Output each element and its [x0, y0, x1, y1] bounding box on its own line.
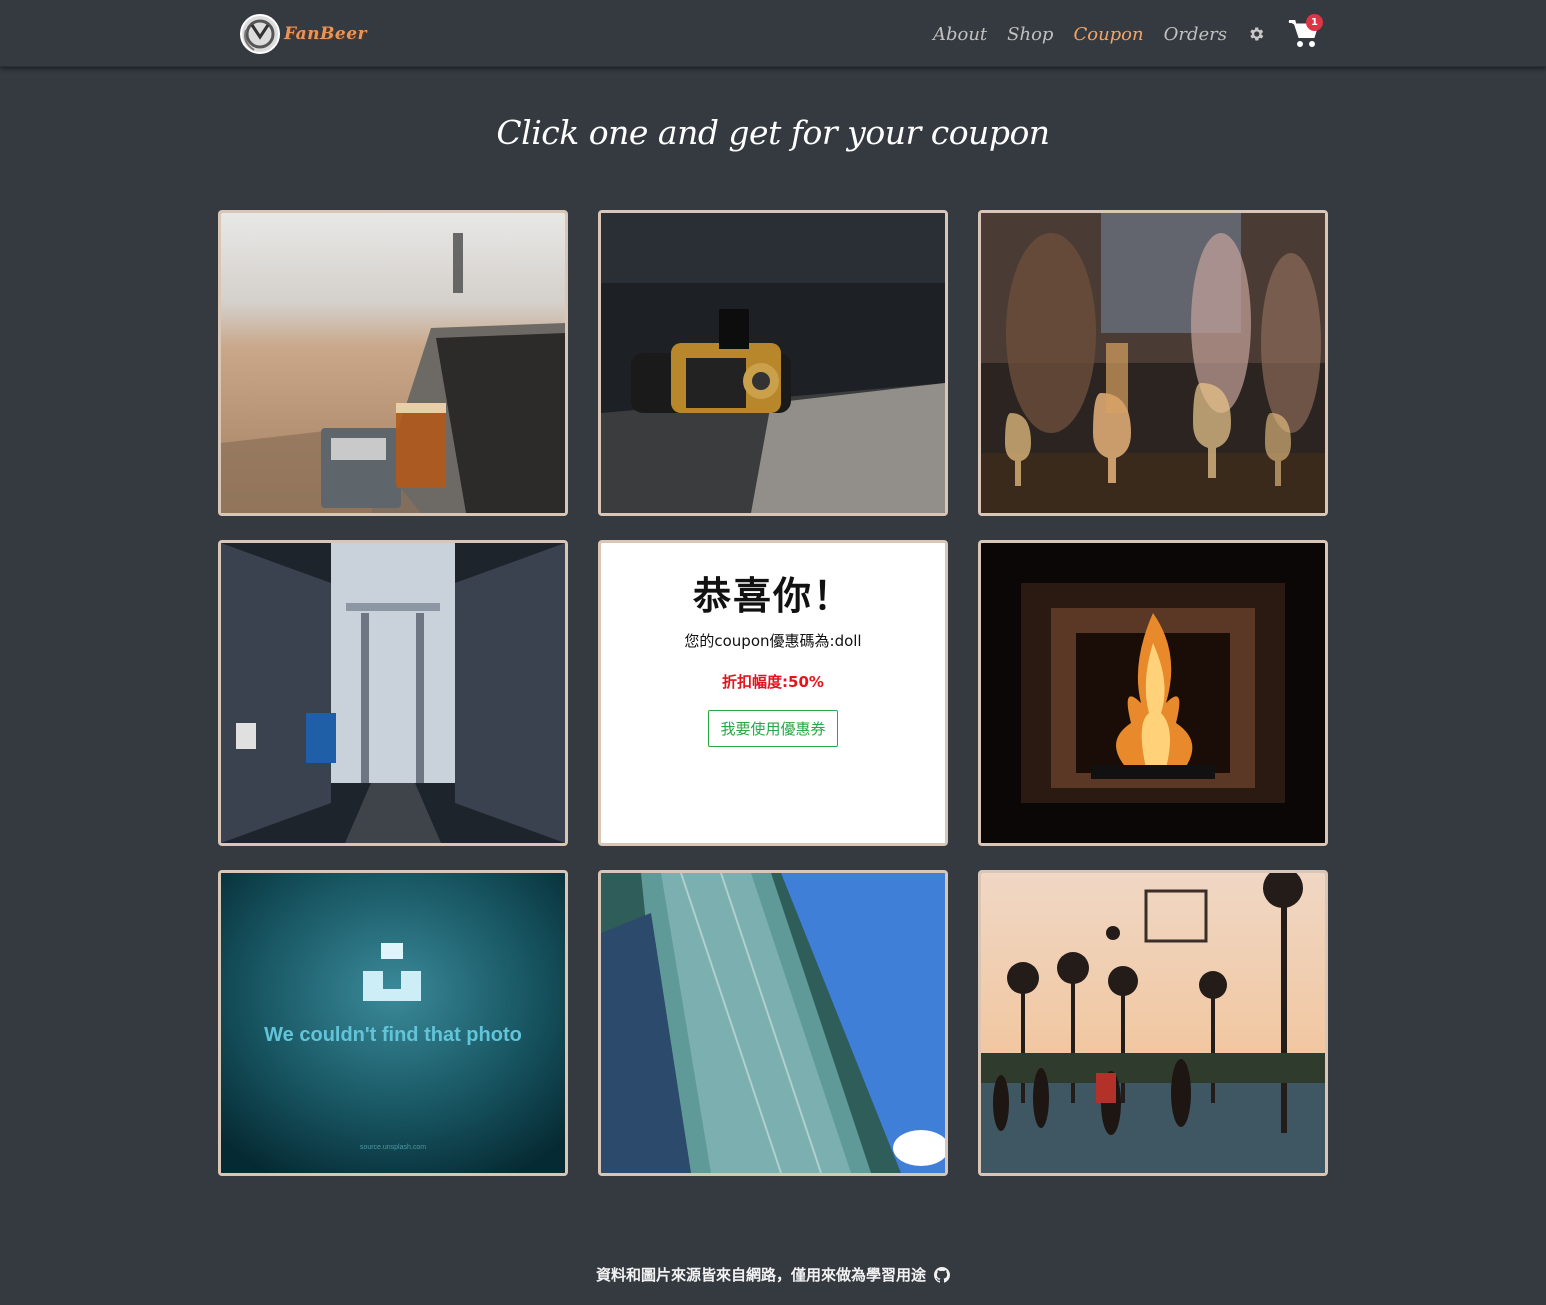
beer-cap-logo-icon — [240, 14, 280, 54]
coupon-card-4[interactable] — [218, 540, 568, 846]
photo-not-found: We couldn't find that photo source.unspl… — [221, 873, 565, 1173]
beach-beer-peanuts-photo — [221, 213, 565, 513]
coupon-code-text: 您的coupon優惠碼為:doll — [684, 632, 862, 650]
coupon-card-7[interactable]: We couldn't find that photo source.unspl… — [218, 870, 568, 1176]
coupon-card-9[interactable] — [978, 870, 1328, 1176]
coupon-card-2[interactable] — [598, 210, 948, 516]
coupon-card-1[interactable] — [218, 210, 568, 516]
not-found-source: source.unsplash.com — [360, 1144, 426, 1151]
coupon-card-8[interactable] — [598, 870, 948, 1176]
cart-count-badge: 1 — [1306, 14, 1323, 31]
vape-device-photo — [601, 213, 945, 513]
github-icon[interactable] — [934, 1266, 950, 1283]
navbar: FanBeer About Shop Coupon Orders 1 — [0, 0, 1546, 67]
brand-logo[interactable]: FanBeer — [238, 10, 367, 58]
taipei-101-photo — [601, 873, 945, 1173]
gear-icon[interactable] — [1247, 25, 1265, 43]
coupon-discount-text: 折扣幅度:50% — [722, 673, 824, 691]
coupon-card-6[interactable] — [978, 540, 1328, 846]
nav-link-coupon[interactable]: Coupon — [1073, 24, 1143, 45]
nav-menu: About Shop Coupon Orders 1 — [913, 14, 1323, 52]
coupon-title: 恭喜你！ — [692, 574, 853, 618]
page-title: Click one and get for your coupon — [496, 113, 1050, 152]
fireplace-photo — [981, 543, 1325, 843]
use-coupon-button[interactable]: 我要使用優惠券 — [708, 710, 838, 747]
nav-link-about[interactable]: About — [933, 24, 987, 45]
cart-button[interactable]: 1 — [1287, 14, 1323, 50]
coupon-result-card[interactable]: 恭喜你！ 您的coupon優惠碼為:doll 折扣幅度:50% 我要使用優惠券 — [598, 540, 948, 846]
basketball-court-photo — [981, 873, 1325, 1173]
coupon-card-3[interactable] — [978, 210, 1328, 516]
nav-link-orders[interactable]: Orders — [1164, 24, 1227, 45]
nav-link-shop[interactable]: Shop — [1007, 24, 1053, 45]
brewery-tanks-photo — [221, 543, 565, 843]
footer: 資料和圖片來源皆來自網路，僅用來做為學習用途 — [0, 1264, 1546, 1285]
brand-name: FanBeer — [284, 24, 367, 44]
not-found-message: We couldn't find that photo — [264, 1024, 522, 1046]
coupon-card-grid: 恭喜你！ 您的coupon優惠碼為:doll 折扣幅度:50% 我要使用優惠券 — [218, 210, 1328, 1176]
footer-text: 資料和圖片來源皆來自網路，僅用來做為學習用途 — [595, 1266, 926, 1284]
party-drinks-photo — [981, 213, 1325, 513]
